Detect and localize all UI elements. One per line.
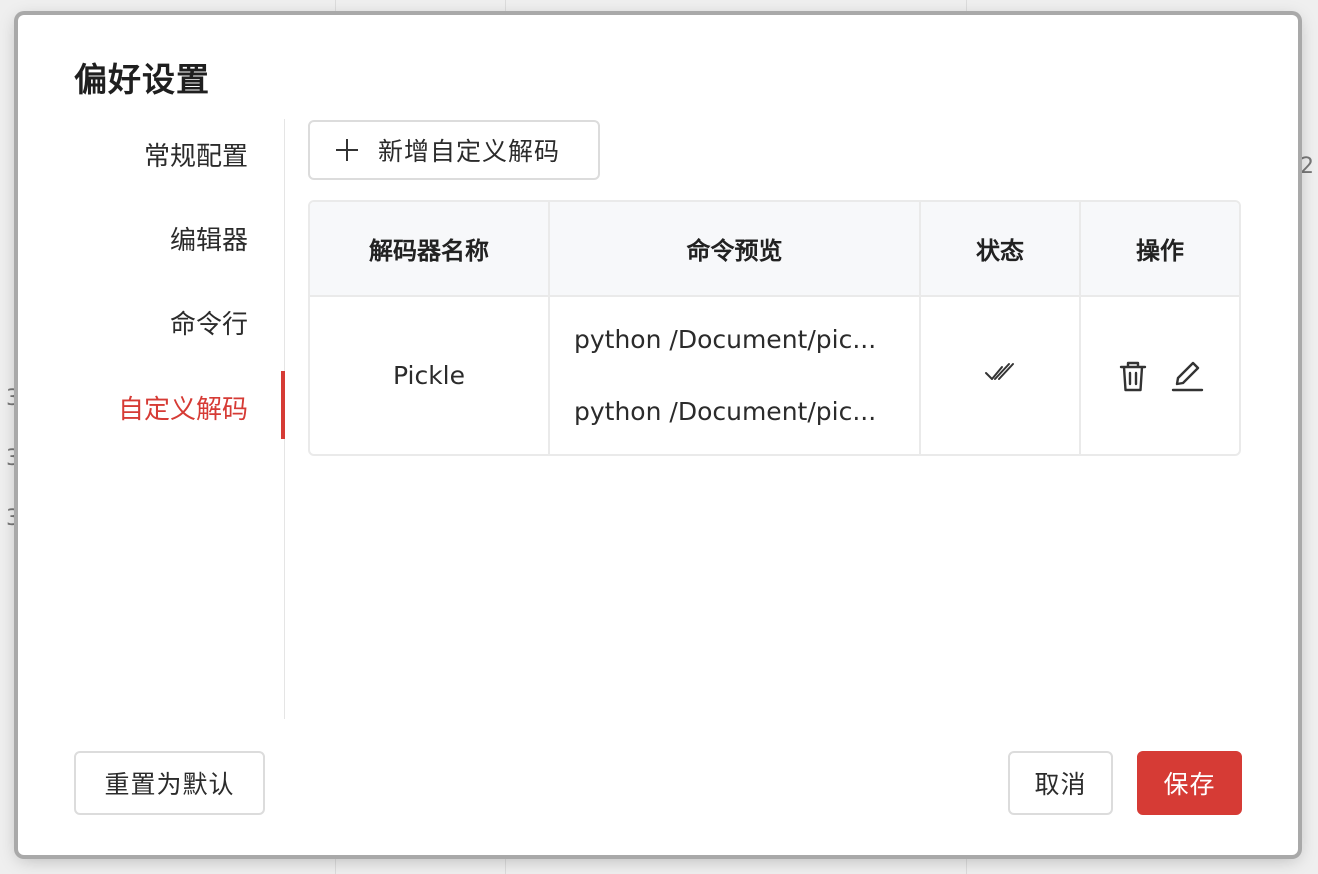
column-header-actions: 操作 [1080,202,1239,297]
status-cell [920,296,1081,454]
command-preview-cell: python /Document/pic... python /Document… [549,296,921,454]
cancel-button[interactable]: 取消 [1008,751,1113,815]
trash-icon[interactable] [1115,358,1151,394]
add-custom-decoder-button[interactable]: 新增自定义解码 [308,120,600,180]
sidebar-active-indicator [281,371,285,439]
preferences-dialog: 偏好设置 常规配置 编辑器 命令行 自定义解码 新增自定义解码 解码器名称 命令… [18,15,1298,855]
column-header-status: 状态 [920,202,1081,297]
table-header-row: 解码器名称 命令预览 状态 操作 [310,202,1239,297]
save-button[interactable]: 保存 [1137,751,1242,815]
command-preview-line: python /Document/pic... [574,396,877,426]
reset-to-default-button[interactable]: 重置为默认 [74,751,265,815]
double-check-icon [985,363,1014,380]
sidebar-item-editor[interactable]: 编辑器 [170,220,248,257]
decoder-name-cell: Pickle [310,296,550,454]
decoder-table: 解码器名称 命令预览 状态 操作 Pickle python /Document… [308,200,1241,456]
command-preview-line: python /Document/pic... [574,324,877,354]
dialog-title: 偏好设置 [74,60,210,99]
add-button-label: 新增自定义解码 [378,137,561,166]
table-row: Pickle python /Document/pic... python /D… [310,296,1239,454]
sidebar-item-custom-decoder[interactable]: 自定义解码 [118,389,248,426]
actions-cell [1080,296,1239,454]
column-header-command-preview: 命令预览 [549,202,921,297]
sidebar-item-general[interactable]: 常规配置 [144,136,248,173]
background-text: 2 [1300,154,1314,179]
sidebar-item-command-line[interactable]: 命令行 [170,304,248,341]
settings-sidebar: 常规配置 编辑器 命令行 自定义解码 [18,119,285,719]
plus-icon [336,139,358,161]
column-header-name: 解码器名称 [310,202,550,297]
edit-icon[interactable] [1169,358,1205,394]
